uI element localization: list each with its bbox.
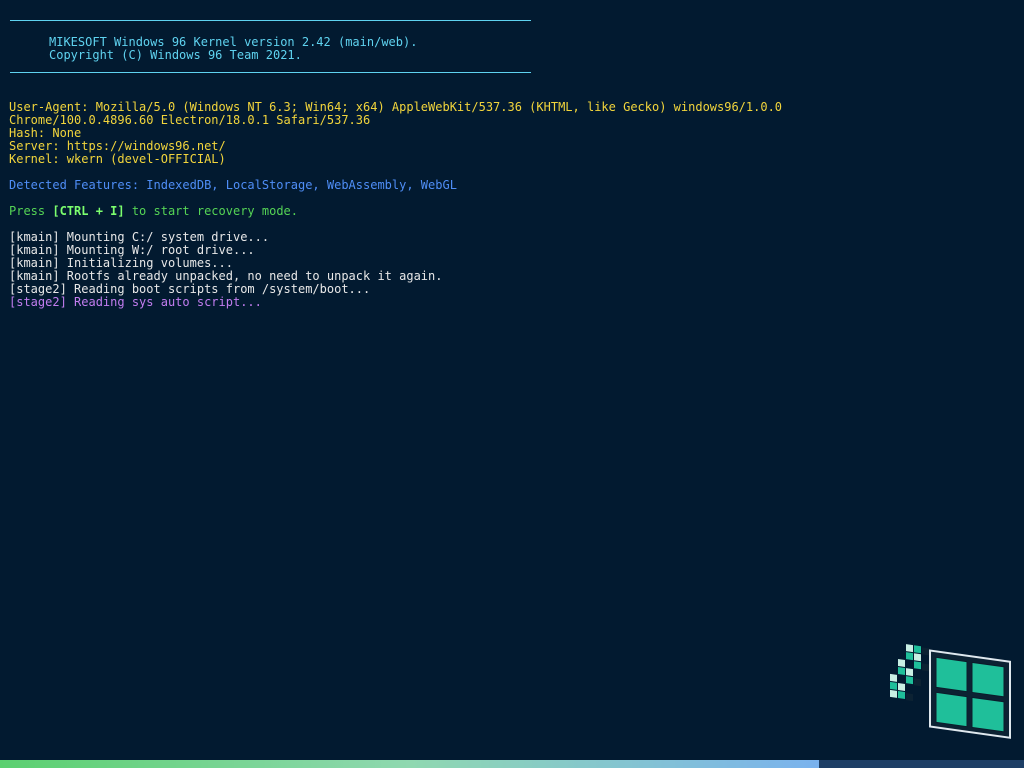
- recovery-hint-suffix: to start recovery mode.: [124, 204, 298, 218]
- kernel-banner: MIKESOFT Windows 96 Kernel version 2.42 …: [10, 20, 531, 73]
- windows96-logo-icon: [890, 644, 1011, 739]
- recovery-hint-prefix: Press: [9, 204, 53, 218]
- recovery-hint-line: Press [CTRL + I] to start recovery mode.: [9, 205, 1014, 218]
- copyright-line: Copyright (C) Windows 96 Team 2021.: [49, 48, 302, 62]
- recovery-key-combo: [CTRL + I]: [52, 204, 125, 218]
- detected-features-line: Detected Features: IndexedDB, LocalStora…: [9, 178, 457, 192]
- boot-progress-fill: [0, 760, 820, 768]
- kernel-line: Kernel: wkern (devel-OFFICIAL): [9, 152, 226, 166]
- current-step-line: [stage2] Reading sys auto script...: [9, 295, 262, 309]
- banner-bottom-rule: [10, 72, 531, 73]
- banner-top-rule: [10, 20, 531, 21]
- user-agent-continuation-line: Chrome/100.0.4896.60 Electron/18.0.1 Saf…: [9, 113, 371, 127]
- boot-screen: MIKESOFT Windows 96 Kernel version 2.42 …: [0, 0, 1024, 768]
- boot-progress-bar: [0, 760, 1024, 768]
- boot-console: User-Agent: Mozilla/5.0 (Windows NT 6.3;…: [9, 101, 1014, 309]
